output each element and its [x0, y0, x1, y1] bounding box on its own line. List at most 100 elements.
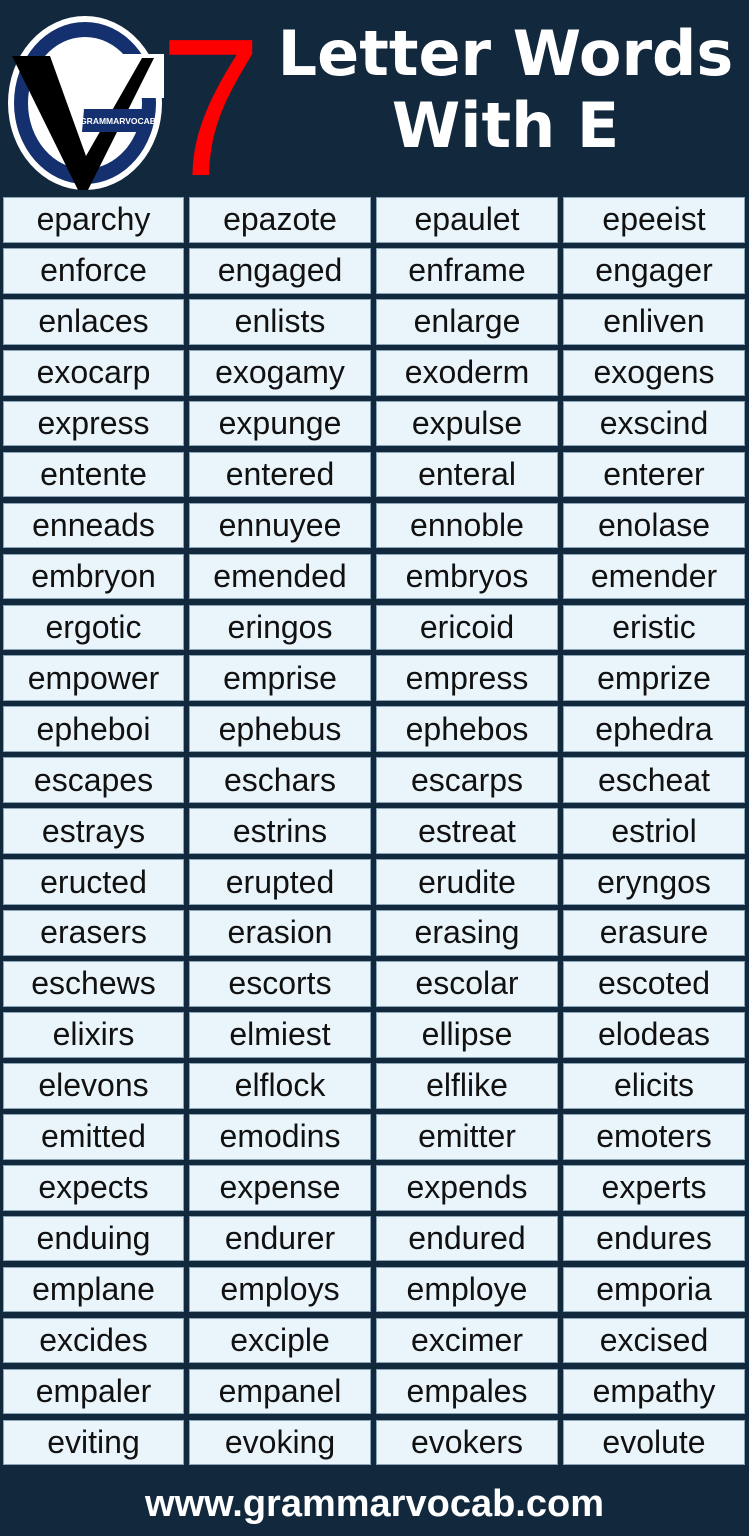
- word-cell: enteral: [376, 451, 558, 498]
- word-cell: emprize: [563, 655, 745, 702]
- word-cell: eructed: [3, 859, 184, 905]
- word-cell: ellipse: [376, 1012, 558, 1058]
- word-cell: ephedra: [563, 706, 745, 753]
- title-line-2: With E: [391, 89, 620, 162]
- word-cell: enneads: [3, 502, 184, 549]
- word-cell: eschars: [189, 757, 371, 803]
- word-cell: escarps: [376, 757, 558, 803]
- word-cell: elflike: [376, 1062, 558, 1109]
- word-cell: estreat: [376, 808, 558, 854]
- word-cell: ephebus: [189, 706, 371, 753]
- word-cell: empales: [376, 1368, 558, 1415]
- word-cell: employe: [376, 1266, 558, 1313]
- word-cell: erasure: [563, 910, 745, 956]
- word-cell: enlarge: [376, 298, 558, 345]
- word-cell: excides: [3, 1317, 184, 1364]
- word-cell: entered: [189, 451, 371, 498]
- website-url: www.grammarvocab.com: [145, 1483, 604, 1525]
- word-cell: expense: [189, 1164, 371, 1211]
- word-cell: erasing: [376, 910, 558, 956]
- page-title: Letter Words With E: [262, 18, 749, 162]
- word-cell: emoters: [563, 1113, 745, 1160]
- word-cell: endured: [376, 1215, 558, 1262]
- word-cell: enolase: [563, 502, 745, 549]
- word-cell: emitted: [3, 1113, 184, 1160]
- word-cell: enforce: [3, 247, 184, 294]
- logo-text: GRAMMARVOCAB: [80, 116, 156, 126]
- word-cell: escoted: [563, 961, 745, 1007]
- word-cell: eristic: [563, 604, 745, 651]
- word-cell: ericoid: [376, 604, 558, 651]
- word-cell: experts: [563, 1164, 745, 1211]
- grammarvocab-logo: GRAMMARVOCAB: [8, 16, 164, 190]
- word-cell: ennuyee: [189, 502, 371, 549]
- word-cell: elflock: [189, 1062, 371, 1109]
- word-cell: empanel: [189, 1368, 371, 1415]
- word-cell: erupted: [189, 859, 371, 905]
- word-cell: empaler: [3, 1368, 184, 1415]
- word-cell: emprise: [189, 655, 371, 702]
- word-cell: emender: [563, 553, 745, 600]
- word-cell: erudite: [376, 859, 558, 905]
- word-cell: epaulet: [376, 197, 558, 243]
- word-cell: elodeas: [563, 1012, 745, 1058]
- word-cell: expulse: [376, 400, 558, 447]
- word-cell: exoderm: [376, 349, 558, 396]
- word-cell: enterer: [563, 451, 745, 498]
- word-cell: emplane: [3, 1266, 184, 1313]
- word-cell: estrays: [3, 808, 184, 854]
- word-cell: endures: [563, 1215, 745, 1262]
- word-cell: evoking: [189, 1419, 371, 1466]
- word-cell: enliven: [563, 298, 745, 345]
- word-cell: eparchy: [3, 197, 184, 243]
- word-cell: entente: [3, 451, 184, 498]
- word-cell: endurer: [189, 1215, 371, 1262]
- word-cell: elixirs: [3, 1012, 184, 1058]
- word-cell: estriol: [563, 808, 745, 854]
- word-grid: eparchy epazote epaulet epeeist enforce engag…: [3, 197, 746, 1466]
- word-cell: exocarp: [3, 349, 184, 396]
- word-cell: expends: [376, 1164, 558, 1211]
- title-line-1: Letter Words: [277, 17, 734, 90]
- word-cell: engaged: [189, 247, 371, 294]
- word-cell: eviting: [3, 1419, 184, 1466]
- word-cell: expects: [3, 1164, 184, 1211]
- word-cell: evokers: [376, 1419, 558, 1466]
- word-cell: escheat: [563, 757, 745, 803]
- word-cell: enframe: [376, 247, 558, 294]
- word-cell: excimer: [376, 1317, 558, 1364]
- header: GRAMMARVOCAB 7 Letter Words With E: [0, 0, 749, 206]
- word-cell: ephebos: [376, 706, 558, 753]
- word-cell: estrins: [189, 808, 371, 854]
- word-cell: escorts: [189, 961, 371, 1007]
- word-cell: enlaces: [3, 298, 184, 345]
- word-cell: exscind: [563, 400, 745, 447]
- word-cell: erasion: [189, 910, 371, 956]
- word-cell: excised: [563, 1317, 745, 1364]
- word-cell: emodins: [189, 1113, 371, 1160]
- word-cell: emitter: [376, 1113, 558, 1160]
- word-cell: eschews: [3, 961, 184, 1007]
- word-cell: escapes: [3, 757, 184, 803]
- word-cell: exogamy: [189, 349, 371, 396]
- word-cell: embryos: [376, 553, 558, 600]
- word-cell: elevons: [3, 1062, 184, 1109]
- word-cell: ergotic: [3, 604, 184, 651]
- word-cell: eringos: [189, 604, 371, 651]
- word-cell: enlists: [189, 298, 371, 345]
- word-cell: employs: [189, 1266, 371, 1313]
- word-cell: epazote: [189, 197, 371, 243]
- word-cell: escolar: [376, 961, 558, 1007]
- word-cell: engager: [563, 247, 745, 294]
- word-cell: empress: [376, 655, 558, 702]
- word-cell: empower: [3, 655, 184, 702]
- number-seven: 7: [160, 0, 262, 217]
- word-cell: erasers: [3, 910, 184, 956]
- word-cell: eryngos: [563, 859, 745, 905]
- word-cell: ennoble: [376, 502, 558, 549]
- word-cell: elmiest: [189, 1012, 371, 1058]
- word-cell: elicits: [563, 1062, 745, 1109]
- word-cell: enduing: [3, 1215, 184, 1262]
- word-cell: exogens: [563, 349, 745, 396]
- word-cell: emporia: [563, 1266, 745, 1313]
